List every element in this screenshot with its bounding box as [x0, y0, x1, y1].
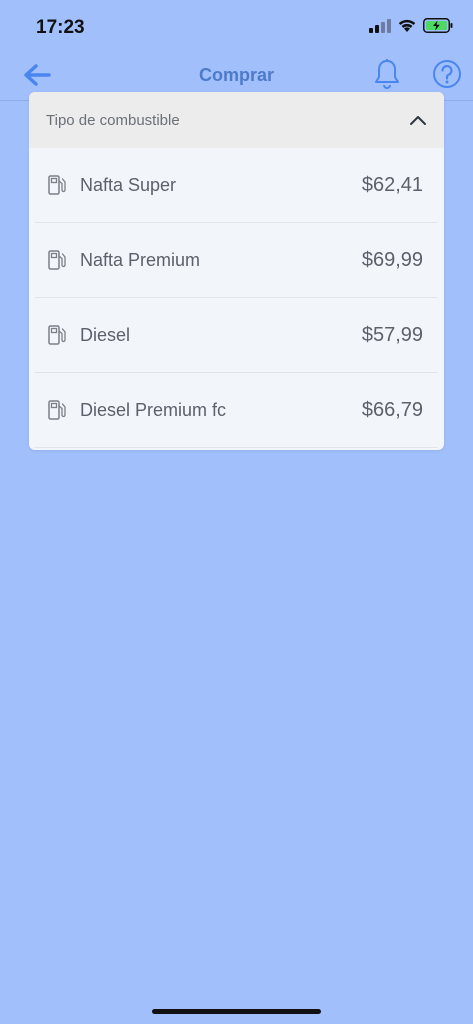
- fuel-option-price: $69,99: [361, 249, 423, 271]
- help-icon: [432, 59, 462, 94]
- notifications-button[interactable]: [370, 58, 404, 94]
- fuel-pump-icon: [47, 324, 67, 346]
- fuel-pump-icon: [47, 249, 67, 271]
- status-icons: [369, 18, 453, 38]
- chevron-up-icon: [408, 110, 428, 130]
- fuel-option-price: $62,41: [361, 174, 423, 196]
- battery-charging-icon: [423, 18, 453, 38]
- status-time: 17:23: [36, 17, 85, 38]
- fuel-type-dropdown-header[interactable]: Tipo de combustible: [29, 92, 444, 148]
- help-button[interactable]: [431, 59, 463, 94]
- fuel-option-price: $66,79: [361, 399, 423, 421]
- fuel-option-nafta-premium[interactable]: Nafta Premium $69,99: [29, 223, 444, 298]
- screen-background: 17:23 Comprar Tipo de combustible Nafta …: [0, 0, 473, 1024]
- fuel-option-name: Diesel Premium fc: [80, 400, 227, 420]
- fuel-option-price: $57,99: [361, 324, 423, 346]
- bell-icon: [373, 58, 401, 95]
- fuel-pump-icon: [47, 174, 67, 196]
- fuel-pump-icon: [47, 399, 67, 421]
- cellular-signal-icon: [369, 18, 391, 38]
- wifi-icon: [397, 18, 417, 38]
- status-bar: 17:23: [0, 0, 473, 54]
- fuel-option-nafta-super[interactable]: Nafta Super $62,41: [29, 148, 444, 223]
- fuel-option-diesel-premium-fc[interactable]: Diesel Premium fc $66,79: [29, 373, 444, 448]
- fuel-option-name: Nafta Super: [80, 175, 177, 195]
- fuel-option-name: Nafta Premium: [80, 250, 201, 270]
- fuel-option-name: Diesel: [80, 325, 131, 345]
- fuel-option-list: Nafta Super $62,41 Nafta Premium $69,99: [29, 148, 444, 448]
- fuel-option-diesel[interactable]: Diesel $57,99: [29, 298, 444, 373]
- home-indicator[interactable]: [152, 1009, 321, 1014]
- divider: [35, 447, 438, 448]
- dropdown-label: Tipo de combustible: [46, 112, 180, 129]
- fuel-type-dropdown: Tipo de combustible Nafta Super $62,41 N…: [29, 92, 444, 450]
